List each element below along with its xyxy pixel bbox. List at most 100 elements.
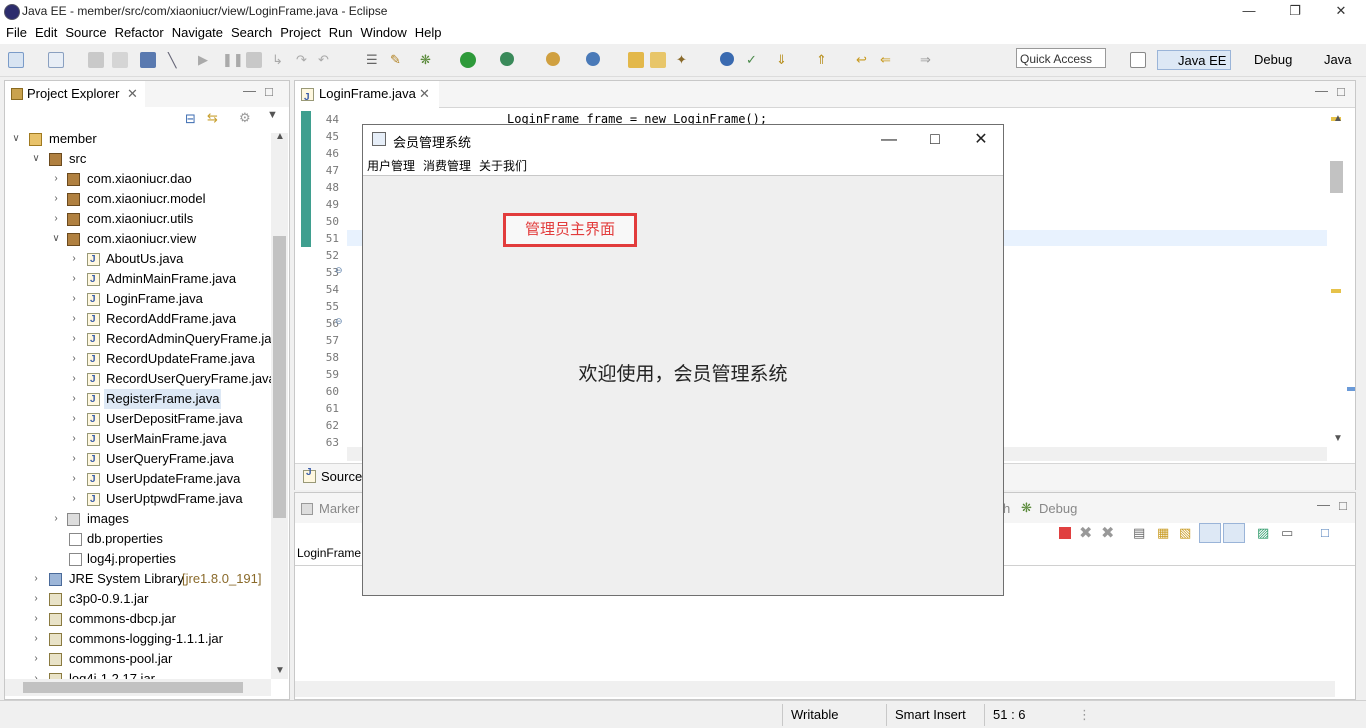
collapse-icon[interactable]: ∨	[11, 129, 21, 149]
scroll-down-icon[interactable]: ▼	[1333, 433, 1343, 444]
maximize-view-icon[interactable]: □	[265, 84, 273, 99]
new-class-icon[interactable]	[586, 52, 600, 66]
tab-markers[interactable]: Marker	[319, 501, 359, 516]
quick-access-input[interactable]: Quick Access	[1016, 48, 1106, 68]
display-console-icon[interactable]: ▭	[1281, 525, 1293, 541]
project-explorer-tab[interactable]: Project Explorer ✕	[5, 81, 145, 107]
menu-consumption-management[interactable]: 消费管理	[419, 155, 475, 174]
collapse-icon[interactable]: ∨	[51, 229, 61, 249]
menu-about-us[interactable]: 关于我们	[475, 155, 531, 174]
skip-breakpoints-icon[interactable]: ╲	[168, 52, 184, 68]
menu-help[interactable]: Help	[411, 22, 446, 40]
tab-debug[interactable]: Debug	[1039, 501, 1077, 516]
step-return-icon[interactable]: ↶	[318, 52, 334, 68]
new-icon[interactable]	[8, 52, 24, 68]
perspective-debug[interactable]: Debug	[1236, 50, 1292, 70]
expand-icon[interactable]: ›	[69, 289, 79, 309]
remove-all-icon[interactable]: ✖	[1101, 523, 1114, 543]
next-annotation-icon[interactable]: ⇓	[776, 52, 792, 68]
expand-icon[interactable]: ›	[69, 249, 79, 269]
run-external-tools-icon[interactable]	[500, 52, 514, 66]
tree-src-folder[interactable]: ∨ src	[5, 149, 271, 169]
console-horizontal-scrollbar[interactable]	[295, 681, 1335, 697]
expand-icon[interactable]: ›	[31, 669, 41, 679]
collapse-all-icon[interactable]: ⊟	[185, 111, 196, 127]
tab-source[interactable]: Source	[321, 469, 362, 484]
suspend-icon[interactable]: ❚❚	[222, 52, 244, 68]
scroll-up-icon[interactable]: ▲	[1333, 113, 1343, 124]
menu-search[interactable]: Search	[227, 22, 276, 40]
maximize-view-icon[interactable]: □	[1337, 84, 1345, 99]
perspective-java[interactable]: Java	[1306, 50, 1351, 70]
expand-icon[interactable]: ›	[69, 389, 79, 409]
tree-project-member[interactable]: ∨ member	[5, 129, 271, 149]
maximize-view-icon[interactable]: □	[1339, 498, 1347, 513]
expand-icon[interactable]: ›	[31, 589, 41, 609]
restore-button[interactable]: ❐	[1280, 2, 1310, 20]
expand-icon[interactable]: ›	[69, 449, 79, 469]
save-all-icon[interactable]	[112, 52, 128, 68]
minimize-view-icon[interactable]: —	[1317, 497, 1330, 512]
tree-java-file[interactable]: › RecordUserQueryFrame.java	[5, 369, 271, 390]
tree-file[interactable]: db.properties	[5, 529, 271, 549]
scroll-up-icon[interactable]: ▲	[275, 131, 285, 142]
tree-jar[interactable]: › commons-pool.jar	[5, 649, 271, 669]
forward-icon[interactable]: ⇒	[920, 52, 936, 68]
tree-java-file[interactable]: › RecordAddFrame.java	[5, 309, 271, 330]
save-icon[interactable]	[88, 52, 104, 68]
tree-java-file[interactable]: › UserUptpwdFrame.java	[5, 489, 271, 510]
expand-icon[interactable]: ›	[69, 349, 79, 369]
menu-refactor[interactable]: Refactor	[111, 22, 168, 40]
search-icon[interactable]: ✦	[676, 52, 692, 68]
expand-icon[interactable]: ›	[69, 489, 79, 509]
expand-icon[interactable]: ›	[69, 369, 79, 389]
expand-icon[interactable]: ›	[51, 169, 61, 189]
link-with-editor-icon[interactable]: ⇆	[207, 110, 218, 126]
editor-tab-loginframe[interactable]: LoginFrame.java ✕	[295, 81, 439, 111]
terminate-icon[interactable]	[1059, 527, 1071, 539]
remove-launch-icon[interactable]: ✖	[1079, 523, 1092, 543]
format-icon[interactable]: ✎	[390, 52, 406, 68]
swing-minimize-button[interactable]: —	[869, 130, 909, 150]
expand-icon[interactable]: ›	[69, 309, 79, 329]
perspective-java-ee[interactable]: Java EE	[1157, 50, 1232, 70]
menu-navigate[interactable]: Navigate	[168, 22, 227, 40]
open-console-icon[interactable]: □	[1321, 525, 1329, 540]
tree-java-file[interactable]: › UserDepositFrame.java	[5, 409, 271, 430]
annotation-icon[interactable]: ✓	[746, 52, 762, 68]
tree-images-folder[interactable]: › images	[5, 509, 271, 529]
console-icon[interactable]	[140, 52, 156, 68]
menu-run[interactable]: Run	[325, 22, 357, 40]
expand-icon[interactable]: ›	[31, 629, 41, 649]
tree-package[interactable]: › com.xiaoniucr.model	[5, 189, 271, 209]
tree-java-file[interactable]: › UserMainFrame.java	[5, 429, 271, 450]
swing-maximize-button[interactable]: □	[915, 130, 955, 150]
view-menu-icon[interactable]: ▼	[267, 109, 278, 121]
tree-jar[interactable]: › commons-logging-1.1.1.jar	[5, 629, 271, 649]
explorer-hscroll-thumb[interactable]	[23, 682, 243, 693]
expand-icon[interactable]: ›	[69, 409, 79, 429]
tree-jar[interactable]: › c3p0-0.9.1.jar	[5, 589, 271, 609]
clear-console-icon[interactable]: ▤	[1133, 525, 1145, 541]
tree-java-file[interactable]: › AdminMainFrame.java	[5, 269, 271, 290]
expand-icon[interactable]: ›	[69, 269, 79, 289]
editor-scroll-thumb[interactable]	[1330, 161, 1343, 193]
menu-source[interactable]: Source	[61, 22, 110, 40]
swing-close-button[interactable]: ✕	[961, 130, 1001, 150]
new-server-icon[interactable]	[546, 52, 560, 66]
build-icon[interactable]: ☰	[366, 52, 382, 68]
expand-icon[interactable]: ›	[31, 569, 41, 589]
word-wrap-icon[interactable]: ▧	[1179, 525, 1191, 541]
tree-package[interactable]: › com.xiaoniucr.utils	[5, 209, 271, 229]
show-console-stderr-icon[interactable]	[1223, 523, 1245, 543]
new-project-icon[interactable]	[48, 52, 64, 68]
expand-icon[interactable]: ›	[51, 209, 61, 229]
menu-window[interactable]: Window	[357, 22, 411, 40]
minimize-view-icon[interactable]: —	[243, 83, 256, 98]
tree-java-file-selected[interactable]: › RegisterFrame.java	[5, 389, 271, 410]
scroll-lock-icon[interactable]: ▦	[1157, 525, 1169, 541]
resume-icon[interactable]: ▶	[198, 52, 214, 68]
menu-project[interactable]: Project	[276, 22, 324, 40]
tree-java-file[interactable]: › RecordUpdateFrame.java	[5, 349, 271, 370]
scroll-down-icon[interactable]: ▼	[275, 665, 285, 676]
